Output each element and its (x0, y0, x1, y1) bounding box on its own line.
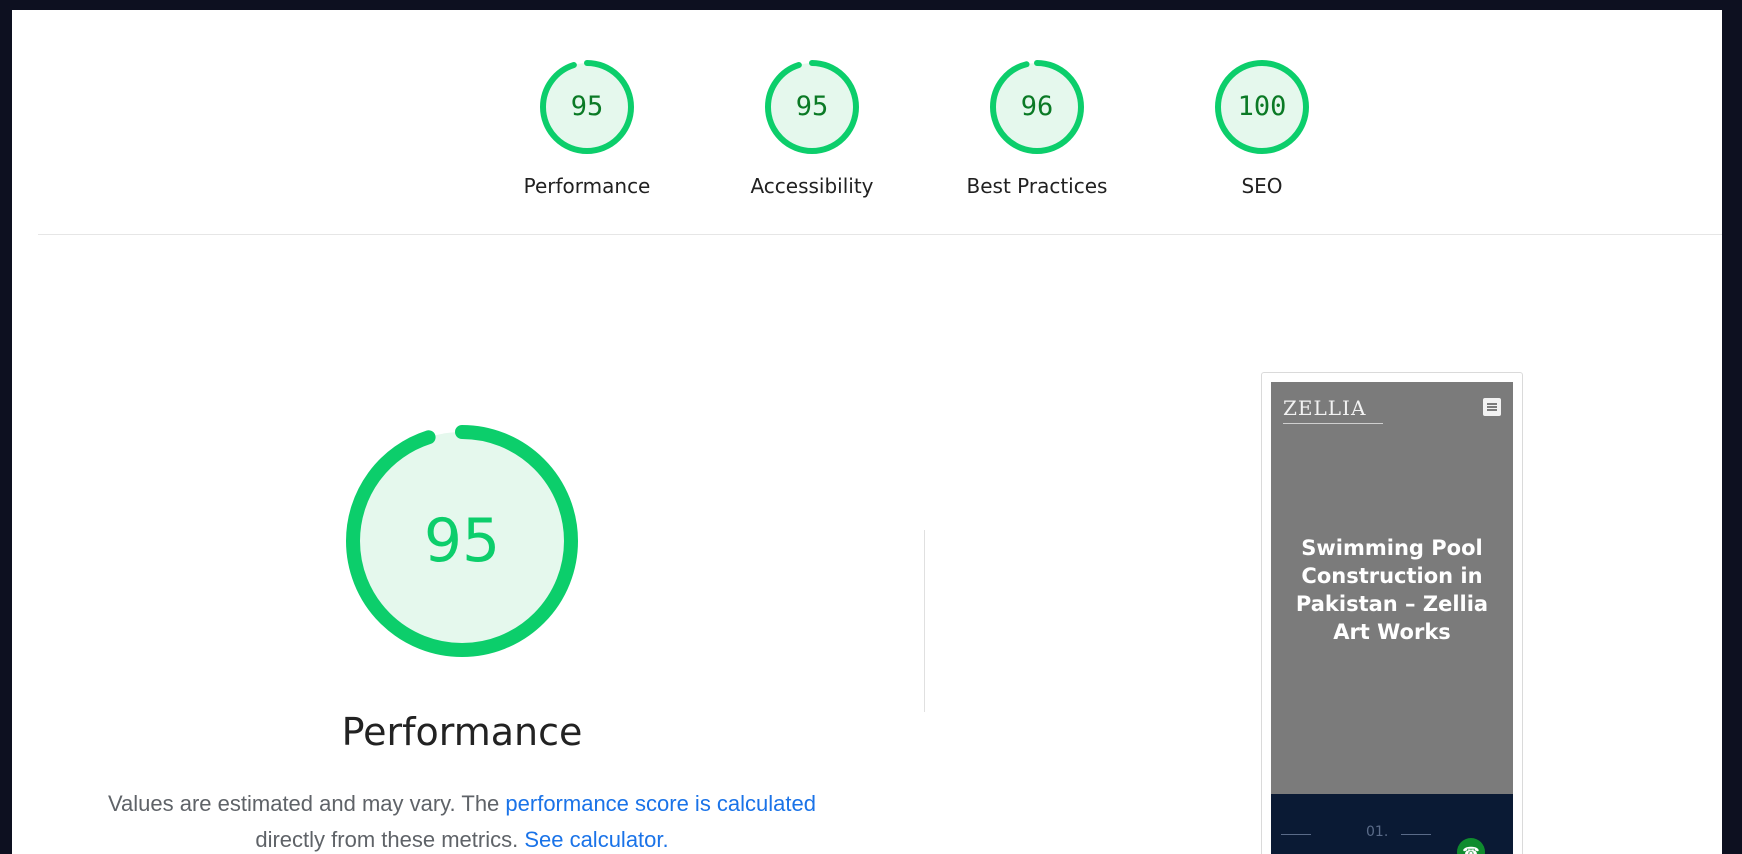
footer-line (1281, 834, 1311, 835)
gauge-label: SEO (1241, 174, 1283, 198)
gauge-best-practices[interactable]: 96 Best Practices (957, 60, 1117, 198)
site-logo: ZELLIA (1283, 396, 1367, 420)
gauge-ring: 100 (1215, 60, 1309, 154)
vertical-divider (924, 530, 925, 712)
gauge-score: 95 (795, 91, 829, 122)
gauge-performance[interactable]: 95 Performance (507, 60, 667, 198)
performance-description: Values are estimated and may vary. The p… (92, 786, 832, 854)
gauge-ring: 95 (540, 60, 634, 154)
performance-score-gauge: 95 (346, 425, 578, 657)
score-calculated-link[interactable]: performance score is calculated (505, 791, 816, 816)
hamburger-menu-icon (1483, 398, 1501, 416)
footer-line (1401, 834, 1431, 835)
gauge-score: 100 (1237, 91, 1287, 122)
see-calculator-link[interactable]: See calculator. (524, 827, 668, 852)
footer-mark: 01. (1366, 824, 1389, 840)
gauge-label: Accessibility (750, 174, 874, 198)
final-screenshot: ZELLIA Swimming Pool Construction in Pak… (1261, 372, 1523, 854)
gauge-label: Best Practices (966, 174, 1108, 198)
section-divider (38, 234, 1722, 235)
category-gauges: 95 Performance 95 Accessibility 96 Best … (12, 10, 1722, 234)
window-background: 95 Performance 95 Accessibility 96 Best … (0, 0, 1742, 854)
screenshot-image: ZELLIA Swimming Pool Construction in Pak… (1271, 382, 1513, 854)
gauge-label: Performance (523, 174, 651, 198)
logo-underline (1283, 423, 1383, 424)
gauge-seo[interactable]: 100 SEO (1182, 60, 1342, 198)
gauge-score: 96 (1020, 91, 1054, 122)
site-footer-bar: 01. ☎ (1271, 794, 1513, 854)
desc-text: directly from these metrics. (255, 827, 525, 852)
performance-score-value: 95 (423, 506, 501, 576)
desc-text: Values are estimated and may vary. The (107, 791, 506, 816)
lighthouse-report: 95 Performance 95 Accessibility 96 Best … (12, 10, 1722, 854)
gauge-ring: 95 (765, 60, 859, 154)
gauge-score: 95 (570, 91, 604, 122)
performance-title: Performance (341, 710, 583, 754)
site-heading: Swimming Pool Construction in Pakistan –… (1295, 536, 1489, 644)
phone-icon: ☎ (1457, 838, 1485, 854)
gauge-accessibility[interactable]: 95 Accessibility (732, 60, 892, 198)
gauge-ring: 96 (990, 60, 1084, 154)
